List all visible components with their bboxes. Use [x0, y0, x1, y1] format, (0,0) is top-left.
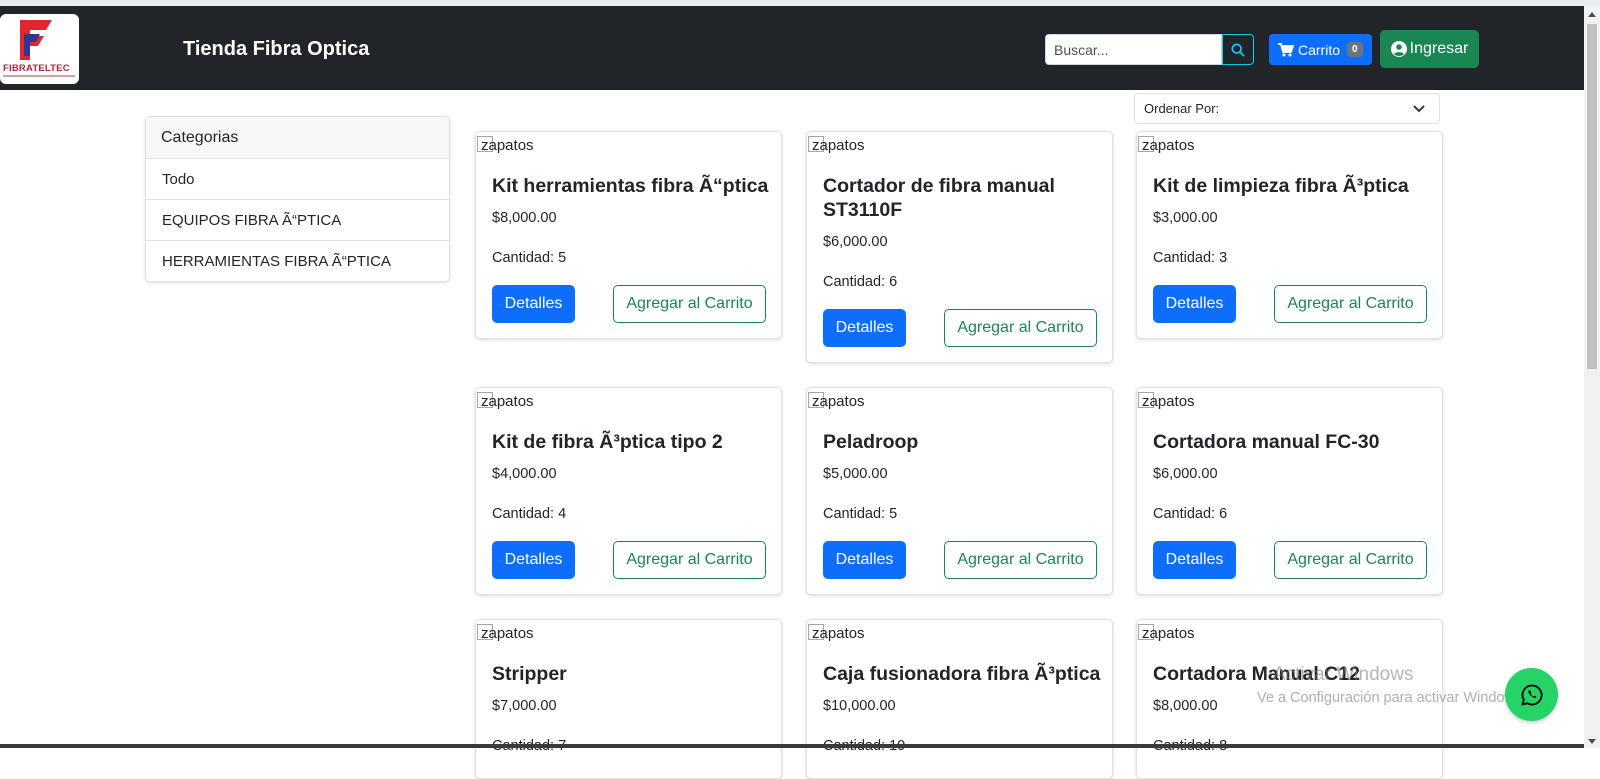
category-item-herramientas[interactable]: HERRAMIENTAS FIBRA Ã“PTICA [146, 241, 449, 281]
product-name: Caja fusionadora fibra Ã³ptica [823, 663, 1101, 685]
details-button[interactable]: Detalles [492, 285, 575, 323]
product-quantity: Cantidad: 3 [1153, 250, 1228, 266]
sort-select[interactable]: Ordenar Por: [1134, 93, 1440, 124]
add-to-cart-button[interactable]: Agregar al Carrito [613, 285, 766, 323]
details-button[interactable]: Detalles [823, 541, 906, 579]
details-button[interactable]: Detalles [492, 541, 575, 579]
product-name: Kit de fibra Ã³ptica tipo 2 [492, 431, 723, 453]
user-circle-icon [1390, 41, 1407, 57]
product-price: $6,000.00 [823, 234, 888, 250]
search-input[interactable] [1045, 34, 1222, 65]
search-icon [1231, 42, 1245, 57]
add-to-cart-button[interactable]: Agregar al Carrito [613, 541, 766, 579]
product-image[interactable]: zapatos [808, 136, 865, 154]
product-image[interactable]: zapatos [808, 624, 865, 642]
product-image[interactable]: zapatos [808, 392, 865, 410]
add-to-cart-button[interactable]: Agregar al Carrito [1274, 285, 1427, 323]
product-image[interactable]: zapatos [477, 136, 534, 154]
product-card: zapatos Stripper $7,000.00 Cantidad: 7 [475, 619, 782, 779]
whatsapp-icon [1520, 684, 1542, 706]
site-brand[interactable]: Tienda Fibra Optica [183, 38, 369, 61]
add-to-cart-button[interactable]: Agregar al Carrito [944, 541, 1097, 579]
product-quantity: Cantidad: 5 [823, 506, 898, 522]
search-button[interactable] [1222, 34, 1254, 65]
login-button[interactable]: Ingresar [1380, 30, 1479, 68]
product-image[interactable]: zapatos [477, 392, 534, 410]
categories-panel: Categorias Todo EQUIPOS FIBRA Ã“PTICA HE… [145, 116, 450, 282]
sort-label: Ordenar Por: [1144, 101, 1220, 116]
product-price: $7,000.00 [492, 698, 557, 714]
product-card: zapatos Peladroop $5,000.00 Cantidad: 5 … [806, 387, 1113, 595]
product-name: Kit de limpieza fibra Ã³ptica [1153, 175, 1409, 197]
categories-title: Categorias [146, 117, 449, 159]
details-button[interactable]: Detalles [1153, 541, 1236, 579]
product-quantity: Cantidad: 6 [823, 274, 898, 290]
product-price: $10,000.00 [823, 698, 896, 714]
activation-watermark-title: Activar Windows [1273, 664, 1414, 685]
product-name: Cortador de fibra manual ST3110F [823, 175, 1055, 221]
product-card: zapatos Cortadora manual FC-30 $6,000.00… [1136, 387, 1443, 595]
cart-button[interactable]: Carrito 0 [1269, 34, 1372, 65]
product-price: $5,000.00 [823, 466, 888, 482]
product-image[interactable]: zapatos [1138, 136, 1195, 154]
category-item-equipos[interactable]: EQUIPOS FIBRA Ã“PTICA [146, 200, 449, 241]
navbar: FIBRATELTEC Tienda Fibra Optica Carrito … [0, 6, 1584, 90]
product-quantity: Cantidad: 6 [1153, 506, 1228, 522]
taskbar-edge [0, 744, 1584, 748]
store-logo[interactable]: FIBRATELTEC [0, 14, 79, 84]
scroll-up-arrow-icon[interactable] [1588, 12, 1596, 17]
product-card: zapatos Kit de limpieza fibra Ã³ptica $3… [1136, 131, 1443, 339]
product-card: zapatos Cortador de fibra manual ST3110F… [806, 131, 1113, 363]
product-image[interactable]: zapatos [1138, 392, 1195, 410]
product-card: zapatos Caja fusionadora fibra Ã³ptica $… [806, 619, 1113, 779]
product-quantity: Cantidad: 4 [492, 506, 567, 522]
product-name: Stripper [492, 663, 567, 685]
product-price: $3,000.00 [1153, 210, 1218, 226]
scrollbar-thumb[interactable] [1587, 24, 1597, 369]
whatsapp-button[interactable] [1505, 668, 1558, 721]
product-price: $8,000.00 [1153, 698, 1218, 714]
product-card: zapatos Kit de fibra Ã³ptica tipo 2 $4,0… [475, 387, 782, 595]
product-price: $4,000.00 [492, 466, 557, 482]
details-button[interactable]: Detalles [1153, 285, 1236, 323]
logo-text: FIBRATELTEC [3, 63, 70, 74]
cart-icon [1278, 42, 1294, 56]
vertical-scrollbar[interactable] [1584, 6, 1600, 748]
activation-watermark-text: Ve a Configuración para activar Windows. [1257, 690, 1527, 706]
add-to-cart-button[interactable]: Agregar al Carrito [1274, 541, 1427, 579]
logo-tagline [3, 75, 75, 77]
details-button[interactable]: Detalles [823, 309, 906, 347]
product-name: Cortadora manual FC-30 [1153, 431, 1380, 453]
product-name: Kit herramientas fibra Ã“ptica [492, 175, 769, 197]
scroll-down-arrow-icon[interactable] [1588, 739, 1596, 744]
add-to-cart-button[interactable]: Agregar al Carrito [944, 309, 1097, 347]
product-quantity: Cantidad: 5 [492, 250, 567, 266]
product-price: $8,000.00 [492, 210, 557, 226]
chevron-down-icon [1413, 105, 1425, 113]
logo-mark-icon [20, 20, 52, 60]
product-name: Peladroop [823, 431, 919, 453]
product-card: zapatos Kit herramientas fibra Ã“ptica $… [475, 131, 782, 339]
product-price: $6,000.00 [1153, 466, 1218, 482]
product-image[interactable]: zapatos [477, 624, 534, 642]
product-image[interactable]: zapatos [1138, 624, 1195, 642]
cart-label: Carrito [1298, 41, 1341, 58]
category-item-todo[interactable]: Todo [146, 159, 449, 200]
login-label: Ingresar [1409, 40, 1469, 57]
cart-count-badge: 0 [1347, 42, 1363, 57]
